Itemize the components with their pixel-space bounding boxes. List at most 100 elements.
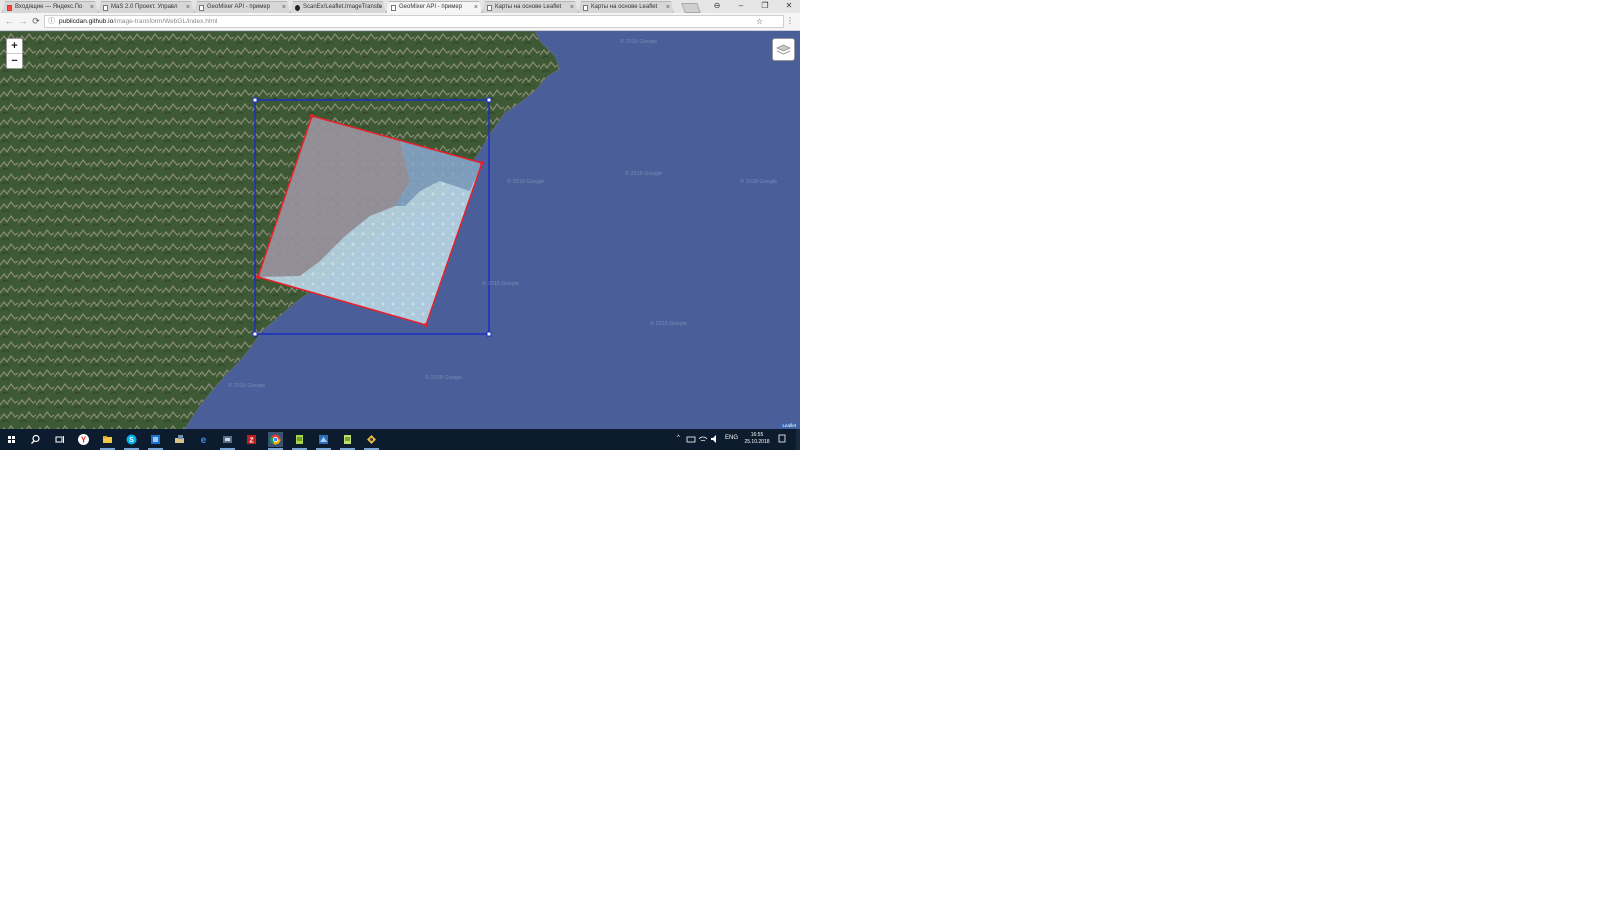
close-icon[interactable]: × xyxy=(666,2,670,13)
notepad-icon-2[interactable] xyxy=(340,432,355,450)
page-icon xyxy=(391,5,396,11)
map-watermark: © 2018 Google xyxy=(625,171,663,177)
zoom-control: + − xyxy=(6,38,23,69)
map-watermark: © 2018 Google xyxy=(507,179,545,185)
page-icon xyxy=(199,5,204,11)
github-icon xyxy=(295,5,300,11)
tab-geomixer-active[interactable]: GeoMixer API - пример × xyxy=(386,1,482,13)
file-explorer-icon[interactable] xyxy=(100,432,115,450)
url-host: publicdan.github.io xyxy=(59,18,114,25)
close-window-button[interactable]: ✕ xyxy=(778,0,800,12)
profile-icon[interactable]: ⊖ xyxy=(706,0,728,12)
tab-label: Карты на основе Leaflet xyxy=(495,4,562,10)
search-icon[interactable] xyxy=(28,432,43,447)
bookmark-star-icon[interactable]: ☆ xyxy=(756,16,763,27)
tab-leaflet-maps-1[interactable]: Карты на основе Leaflet × xyxy=(482,1,578,13)
close-icon[interactable]: × xyxy=(570,2,574,13)
yandex-mail-icon xyxy=(7,5,12,11)
bbox-handle[interactable] xyxy=(486,331,492,337)
corner-handle[interactable] xyxy=(424,323,428,327)
wifi-icon[interactable] xyxy=(698,433,708,445)
leaflet-attribution[interactable]: Leaflet xyxy=(780,423,798,428)
corner-handle[interactable] xyxy=(256,275,260,279)
tab-mas-project[interactable]: MaS 2.0 Проект. Управл × xyxy=(98,1,194,13)
svg-text:e: e xyxy=(201,435,207,446)
desktop-screen: Входящие — Яндекс.По × MaS 2.0 Проект. У… xyxy=(0,0,800,450)
page-icon xyxy=(583,5,588,11)
map-view[interactable]: © 2018 Google © 2018 Google © 2018 Googl… xyxy=(0,31,800,429)
forward-button[interactable]: → xyxy=(17,15,29,27)
minimize-button[interactable]: – xyxy=(730,0,752,12)
layers-icon xyxy=(776,44,791,55)
map-watermark: © 2018 Google xyxy=(620,39,658,45)
language-indicator[interactable]: ENG xyxy=(725,435,738,441)
close-icon[interactable]: × xyxy=(282,2,286,13)
clock-date: 25.10.2018 xyxy=(744,439,770,445)
back-button[interactable]: ← xyxy=(3,15,15,27)
tab-github-imagetransform[interactable]: ScanEx/Leaflet.ImageTransfo × xyxy=(290,1,386,13)
yandex-browser-icon[interactable]: Y xyxy=(76,432,91,447)
map-watermark: © 2018 Google xyxy=(228,383,266,389)
task-view-icon[interactable] xyxy=(52,432,67,447)
filezilla-icon[interactable]: Z xyxy=(244,432,259,447)
close-icon[interactable]: × xyxy=(90,2,94,13)
layers-button[interactable] xyxy=(772,38,795,61)
network-icon[interactable] xyxy=(686,433,696,445)
browser-menu-icon[interactable]: ⋮ xyxy=(786,16,794,25)
tab-label: GeoMixer API - пример xyxy=(399,4,463,10)
tab-yandex-mail[interactable]: Входящие — Яндекс.По × xyxy=(2,1,98,13)
restore-button[interactable]: ❐ xyxy=(754,0,776,12)
app-icon-4[interactable] xyxy=(364,432,379,450)
map-canvas[interactable] xyxy=(0,31,800,429)
app-icon[interactable] xyxy=(148,432,163,450)
page-icon xyxy=(487,5,492,11)
skype-icon[interactable]: S xyxy=(124,432,139,450)
map-watermark: © 2018 Google xyxy=(650,321,688,327)
volume-icon[interactable] xyxy=(710,433,720,445)
svg-text:Y: Y xyxy=(81,436,87,445)
tab-label: MaS 2.0 Проект. Управл xyxy=(111,4,178,10)
taskbar-clock[interactable]: 16:55 25.10.2018 xyxy=(742,432,772,446)
tab-geomixer-1[interactable]: GeoMixer API - пример × xyxy=(194,1,290,13)
edge-icon[interactable]: e xyxy=(196,432,211,447)
tab-strip: Входящие — Яндекс.По × MaS 2.0 Проект. У… xyxy=(0,0,800,13)
map-watermark: © 2018 Google xyxy=(425,375,463,381)
folder-app-icon[interactable] xyxy=(172,432,187,447)
app-icon-3[interactable] xyxy=(316,432,331,450)
app-icon-2[interactable] xyxy=(220,432,235,450)
tab-label: ScanEx/Leaflet.ImageTransfo xyxy=(303,4,382,10)
tab-label: Входящие — Яндекс.По xyxy=(15,4,83,10)
notifications-icon[interactable] xyxy=(777,433,787,445)
address-bar[interactable]: ⓘ publicdan.github.io/image-transform/We… xyxy=(44,15,784,28)
clock-time: 16:55 xyxy=(750,432,764,438)
zoom-out-button[interactable]: − xyxy=(7,53,22,68)
bbox-handle[interactable] xyxy=(486,97,492,103)
tray-chevron-icon[interactable]: ^ xyxy=(677,435,680,441)
map-watermark: © 2018 Google xyxy=(740,179,778,185)
reload-button[interactable]: ⟳ xyxy=(30,15,42,27)
bbox-handle[interactable] xyxy=(252,331,258,337)
browser-toolbar: ← → ⟳ ⓘ publicdan.github.io/image-transf… xyxy=(0,13,800,31)
svg-text:Z: Z xyxy=(249,438,254,445)
close-icon[interactable]: × xyxy=(378,2,382,13)
map-watermark: © 2018 Google xyxy=(482,281,520,287)
windows-start-icon[interactable] xyxy=(4,432,19,447)
chrome-icon[interactable] xyxy=(268,432,283,450)
page-icon xyxy=(103,5,108,11)
bbox-handle[interactable] xyxy=(252,97,258,103)
new-tab-button[interactable] xyxy=(681,3,701,13)
info-icon[interactable]: ⓘ xyxy=(48,16,55,27)
corner-handle[interactable] xyxy=(310,114,314,118)
svg-text:S: S xyxy=(129,437,134,444)
show-desktop-button[interactable] xyxy=(796,429,800,450)
zoom-in-button[interactable]: + xyxy=(7,39,22,53)
notepad-icon[interactable] xyxy=(292,432,307,450)
tab-leaflet-maps-2[interactable]: Карты на основе Leaflet × xyxy=(578,1,674,13)
tab-label: Карты на основе Leaflet xyxy=(591,4,658,10)
close-icon[interactable]: × xyxy=(186,2,190,13)
windows-taskbar: Y S e Z ^ ENG 16:55 25.10.2018 xyxy=(0,429,800,450)
url-text: publicdan.github.io/image-transform/WebG… xyxy=(59,16,218,27)
tab-label: GeoMixer API - пример xyxy=(207,4,271,10)
corner-handle[interactable] xyxy=(480,161,484,165)
close-icon[interactable]: × xyxy=(474,2,478,13)
